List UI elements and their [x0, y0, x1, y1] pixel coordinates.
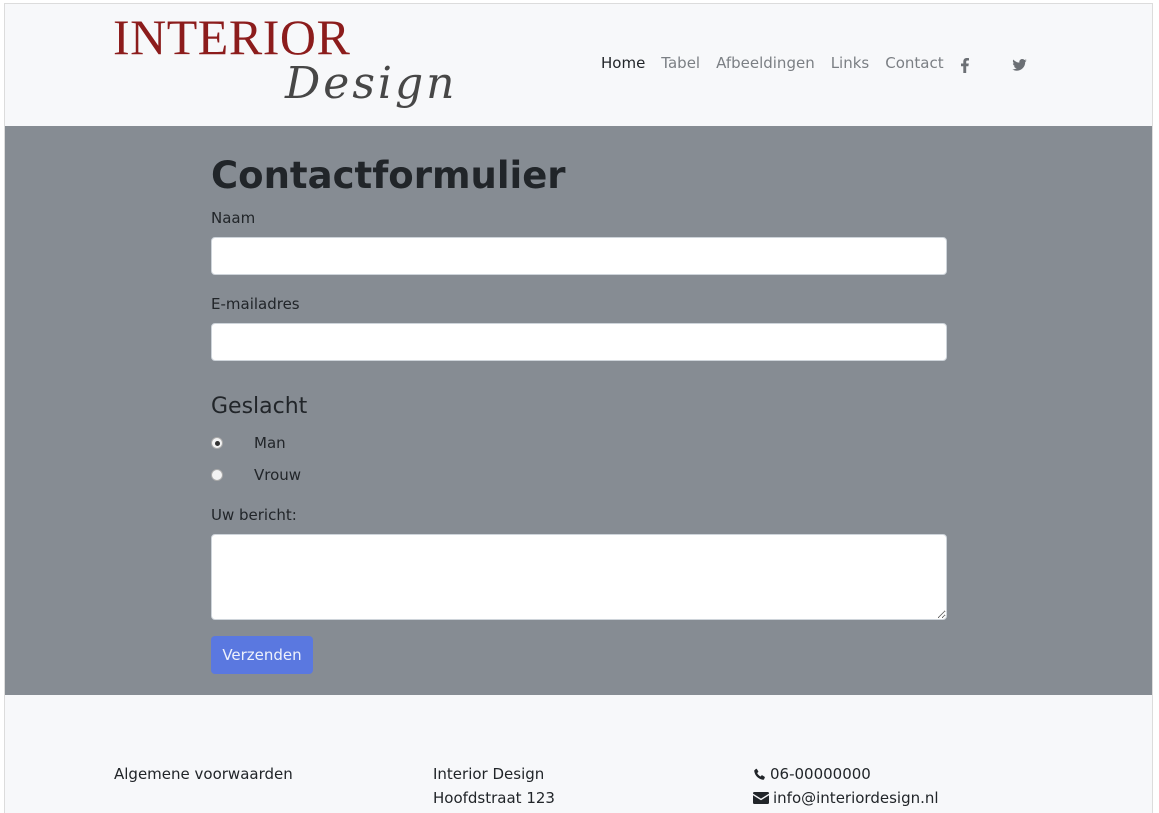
gender-option-vrouw[interactable]: Vrouw [211, 466, 301, 484]
nav-afbeeldingen[interactable]: Afbeeldingen [716, 54, 815, 72]
radio-man[interactable] [211, 437, 223, 449]
email-address[interactable]: info@interiordesign.nl [773, 786, 939, 810]
page-title: Contactformulier [211, 154, 566, 197]
message-label: Uw bericht: [211, 506, 297, 524]
site-header: INTERIOR Design Home Tabel Afbeeldingen … [5, 4, 1152, 126]
phone-number[interactable]: 06-00000000 [770, 762, 871, 786]
nav-links[interactable]: Links [831, 54, 870, 72]
phone-line: 06-00000000 [753, 762, 939, 786]
email-field[interactable] [211, 323, 947, 361]
footer-col-address: Interior Design Hoofdstraat 123 [433, 762, 555, 810]
main-nav: Home Tabel Afbeeldingen Links Contact [601, 54, 960, 72]
street-address: Hoofdstraat 123 [433, 789, 555, 807]
terms-link[interactable]: Algemene voorwaarden [114, 762, 293, 786]
name-field[interactable] [211, 237, 947, 275]
phone-icon [754, 768, 765, 780]
message-textarea[interactable] [211, 534, 947, 620]
email-line: info@interiordesign.nl [753, 786, 939, 810]
gender-option-man[interactable]: Man [211, 434, 286, 452]
radio-vrouw[interactable] [211, 469, 223, 481]
logo-text-interior: INTERIOR [113, 9, 351, 65]
twitter-icon[interactable] [1009, 55, 1029, 75]
footer-col-terms: Algemene voorwaarden [114, 762, 293, 786]
radio-vrouw-label[interactable]: Vrouw [254, 466, 301, 484]
contact-section: Contactformulier Naam E-mailadres Geslac… [5, 126, 1152, 695]
footer-col-contact: 06-00000000 info@interiordesign.nl [753, 762, 939, 810]
name-label: Naam [211, 209, 256, 227]
company-name: Interior Design [433, 765, 545, 783]
submit-button[interactable]: Verzenden [211, 636, 313, 674]
page-frame: INTERIOR Design Home Tabel Afbeeldingen … [4, 3, 1153, 813]
nav-contact[interactable]: Contact [885, 54, 943, 72]
site-footer: Algemene voorwaarden Interior Design Hoo… [5, 695, 1152, 813]
facebook-icon[interactable] [955, 55, 975, 75]
envelope-icon [753, 792, 769, 804]
radio-man-label[interactable]: Man [254, 434, 286, 452]
nav-tabel[interactable]: Tabel [661, 54, 700, 72]
logo[interactable]: INTERIOR Design [113, 12, 463, 120]
logo-text-design: Design [285, 58, 458, 109]
email-label: E-mailadres [211, 295, 300, 313]
nav-home[interactable]: Home [601, 54, 645, 72]
gender-heading: Geslacht [211, 394, 308, 419]
